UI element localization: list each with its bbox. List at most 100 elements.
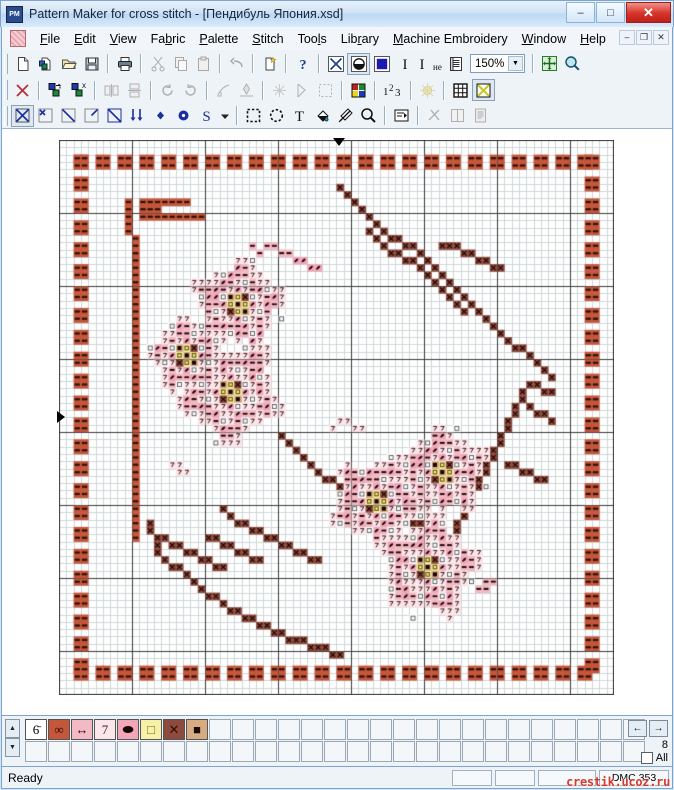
maximize-button[interactable]: □ — [596, 2, 625, 23]
swatch-empty[interactable] — [232, 741, 254, 762]
palette-colors-icon[interactable] — [347, 79, 370, 101]
swatch-empty[interactable] — [209, 719, 231, 740]
swatch-4[interactable]: 7 — [94, 719, 116, 740]
replace-color-icon[interactable] — [44, 79, 67, 101]
swatch-6[interactable]: □ — [140, 719, 162, 740]
toolbar-grip[interactable] — [4, 80, 8, 100]
special-stitch-icon[interactable]: S — [195, 105, 218, 127]
swatch-empty[interactable] — [232, 719, 254, 740]
eyedropper-icon[interactable] — [334, 105, 357, 127]
number-symbols-icon[interactable]: 123 — [380, 79, 406, 101]
swap-color-icon[interactable]: x — [67, 79, 90, 101]
special-stitch-arrow[interactable] — [218, 105, 232, 127]
menu-item-palette[interactable]: Palette — [192, 29, 245, 49]
swatch-empty[interactable] — [140, 741, 162, 762]
swatch-empty[interactable] — [508, 741, 530, 762]
swatch-empty[interactable] — [485, 719, 507, 740]
pattern-properties-icon[interactable] — [390, 105, 413, 127]
swatch-3[interactable]: ↔ — [71, 719, 93, 740]
mdi-restore-button[interactable]: ❐ — [636, 30, 652, 45]
menu-item-help[interactable]: Help — [573, 29, 613, 49]
menu-item-file[interactable]: File — [33, 29, 67, 49]
three-quarter-stitch-icon[interactable] — [103, 105, 126, 127]
half-stitch-down-icon[interactable] — [57, 105, 80, 127]
swatch-empty[interactable] — [554, 741, 576, 762]
help-icon[interactable]: ? — [291, 53, 314, 75]
swatch-empty[interactable] — [301, 741, 323, 762]
text-tool-icon[interactable]: T — [288, 105, 311, 127]
menu-item-machine-embroidery[interactable]: Machine Embroidery — [386, 29, 515, 49]
chevron-down-icon[interactable]: ▼ — [508, 56, 523, 71]
palette-all-checkbox[interactable]: All — [608, 752, 668, 764]
wizard-icon[interactable] — [258, 53, 281, 75]
minimize-button[interactable]: – — [566, 2, 595, 23]
show-grid-icon[interactable] — [449, 79, 472, 101]
palette-scroll-spinner[interactable]: ▲ ▼ — [5, 719, 20, 757]
swatch-empty[interactable] — [324, 719, 346, 740]
swatch-empty[interactable] — [439, 741, 461, 762]
menu-item-stitch[interactable]: Stitch — [245, 29, 290, 49]
swatch-empty[interactable] — [370, 719, 392, 740]
menu-item-window[interactable]: Window — [515, 29, 573, 49]
view-symbols-color-icon[interactable] — [347, 52, 370, 75]
close-button[interactable]: ✕ — [626, 2, 671, 23]
swatch-empty[interactable] — [278, 719, 300, 740]
save-file-icon[interactable] — [80, 53, 103, 75]
swatch-empty[interactable] — [462, 741, 484, 762]
text-info-icon[interactable]: I — [393, 53, 416, 75]
show-stitches-icon[interactable] — [472, 79, 495, 101]
mdi-minimize-button[interactable]: – — [619, 30, 635, 45]
bead-place-icon[interactable] — [172, 105, 195, 127]
open-file-icon[interactable] — [57, 53, 80, 75]
swatch-empty[interactable] — [278, 741, 300, 762]
menu-item-edit[interactable]: Edit — [67, 29, 103, 49]
pattern-canvas-area[interactable] — [1, 129, 673, 715]
swatch-empty[interactable] — [186, 741, 208, 762]
print-icon[interactable] — [113, 53, 136, 75]
swatch-empty[interactable] — [439, 719, 461, 740]
lasso-select-icon[interactable] — [265, 105, 288, 127]
swatch-empty[interactable] — [209, 741, 231, 762]
swatch-empty[interactable] — [577, 741, 599, 762]
swatch-empty[interactable] — [531, 719, 553, 740]
swatch-empty[interactable] — [163, 741, 185, 762]
checkbox-box[interactable] — [640, 752, 653, 764]
palette-scroll-down-button[interactable]: ▼ — [5, 738, 20, 757]
toolbar-grip[interactable] — [4, 53, 8, 74]
rect-select-icon[interactable] — [242, 105, 265, 127]
swatch-empty[interactable] — [347, 719, 369, 740]
view-symbols-icon[interactable] — [324, 53, 347, 75]
pattern-chart-canvas[interactable] — [59, 140, 614, 695]
swatch-empty[interactable] — [531, 741, 553, 762]
backstitch-icon[interactable] — [126, 105, 149, 127]
swatch-empty[interactable] — [393, 719, 415, 740]
quarter-stitch-icon[interactable] — [34, 105, 57, 127]
full-stitch-icon[interactable] — [11, 104, 34, 127]
half-stitch-up-icon[interactable] — [80, 105, 103, 127]
swatch-empty[interactable] — [117, 741, 139, 762]
menu-item-library[interactable]: Library — [334, 29, 386, 49]
swatch-empty[interactable] — [554, 719, 576, 740]
swatch-empty[interactable] — [485, 741, 507, 762]
toolbar-grip[interactable] — [4, 105, 8, 126]
swatch-empty[interactable] — [48, 741, 70, 762]
view-solid-color-icon[interactable] — [370, 53, 393, 75]
swatch-empty[interactable] — [393, 741, 415, 762]
swatch-1[interactable]: 6̄ — [25, 719, 47, 740]
swatch-5[interactable]: ⬬ — [117, 719, 139, 740]
new-file-icon[interactable] — [11, 53, 34, 75]
palette-next-button[interactable]: → — [649, 720, 668, 737]
menu-item-fabric[interactable]: Fabric — [144, 29, 193, 49]
swatch-empty[interactable] — [508, 719, 530, 740]
menu-item-view[interactable]: View — [103, 29, 144, 49]
swatch-empty[interactable] — [577, 719, 599, 740]
swatch-empty[interactable] — [462, 719, 484, 740]
swatch-empty[interactable] — [25, 741, 47, 762]
swatch-empty[interactable] — [94, 741, 116, 762]
zoom-level-select[interactable]: 150% ▼ — [470, 54, 525, 73]
swatch-empty[interactable] — [255, 719, 277, 740]
swatch-empty[interactable] — [347, 741, 369, 762]
swatch-empty[interactable] — [416, 741, 438, 762]
menu-item-tools[interactable]: Tools — [291, 29, 334, 49]
fill-tool-icon[interactable] — [311, 105, 334, 127]
